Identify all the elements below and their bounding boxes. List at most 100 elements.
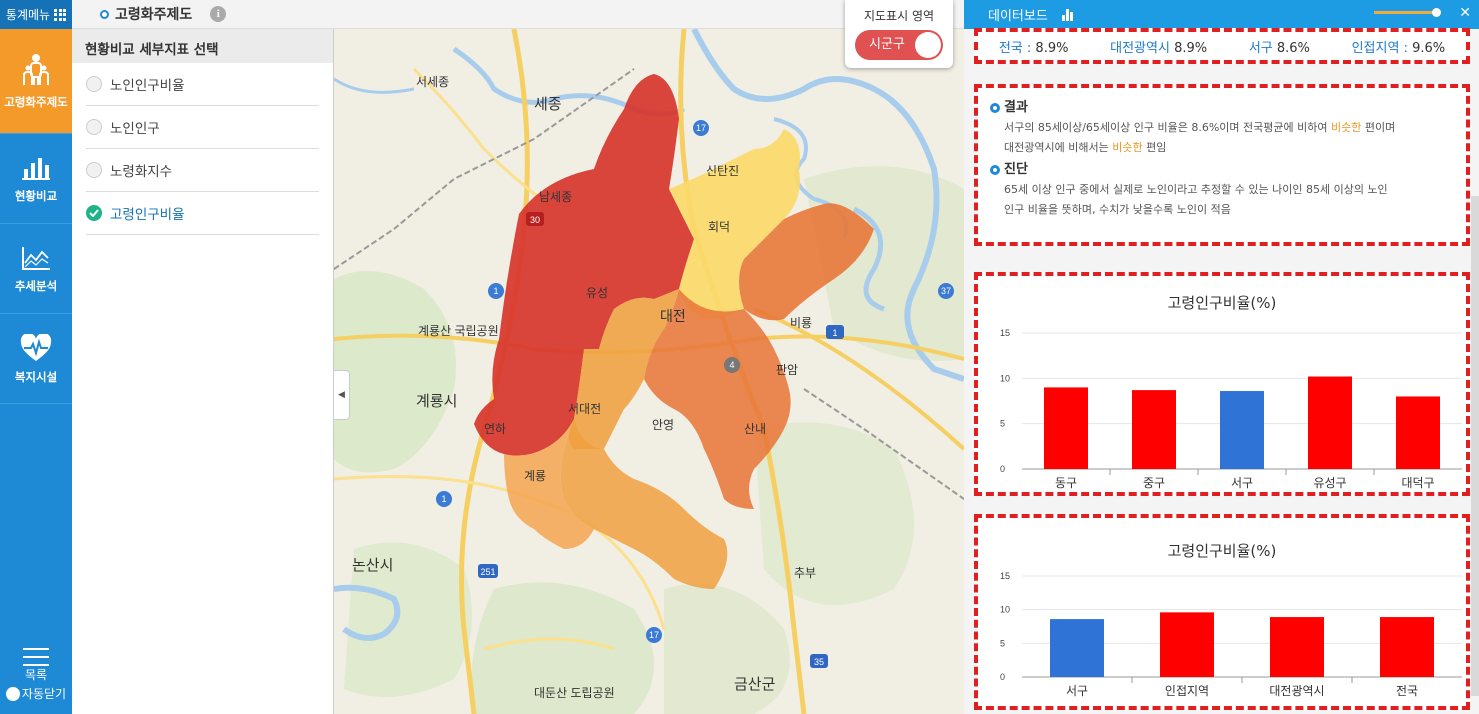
comparison-bar-chart: 고령인구비율(%) 0 5 10 15 서구 인접지역 대전광역시 전국: [974, 514, 1470, 710]
opacity-slider[interactable]: [1374, 8, 1441, 17]
analysis-result: 결과 서구의 85세이상/65세이상 인구 비율은 8.6%이며 전국평균에 비…: [974, 84, 1470, 246]
bar-chart-icon: [1061, 8, 1073, 21]
option-label: 고령인구비율: [110, 207, 185, 223]
bar[interactable]: [1380, 617, 1434, 677]
bar[interactable]: [1220, 391, 1264, 469]
x-tick-label: 대전광역시: [1269, 684, 1324, 698]
bar[interactable]: [1396, 396, 1440, 469]
map-label-geumsan: 금산군: [734, 676, 776, 693]
svg-text:17: 17: [649, 630, 659, 640]
info-icon[interactable]: i: [210, 6, 227, 22]
map-label-anyeong: 안영: [652, 418, 674, 432]
y-tick-label: 15: [1000, 328, 1010, 338]
list-label: 목록: [24, 668, 48, 682]
toggle-title: 지도표시 영역: [863, 9, 935, 23]
map-label-yeonha: 연하: [484, 422, 506, 436]
x-tick-label: 전국: [1396, 684, 1418, 698]
auto-close-label: 자동닫기: [21, 687, 67, 701]
close-icon[interactable]: ✕: [1459, 5, 1471, 21]
left-sidebar: 통계메뉴 고령화주제도 현황비교 추세분석 복지시설 목록 자동닫기: [0, 0, 72, 714]
panel-heading: 현황비교 세부지표 선택: [72, 29, 333, 63]
sidebar-item-aging-map[interactable]: 고령화주제도: [0, 29, 72, 134]
scrollbar[interactable]: [1471, 196, 1479, 696]
map-label-hoedeok: 회덕: [708, 220, 730, 234]
x-tick-label: 유성구: [1313, 476, 1346, 490]
sidebar-item-label: 고령화주제도: [4, 95, 68, 109]
map-label-seosejong: 서세종: [416, 75, 449, 89]
map-label-daedunsan-park: 대둔산 도립공원: [534, 686, 615, 700]
sidebar-item-label: 복지시설: [14, 369, 58, 384]
collapse-panel-button[interactable]: ◀: [334, 370, 350, 420]
sidebar-item-label: 추세분석: [14, 278, 58, 293]
bar[interactable]: [1160, 612, 1214, 677]
dashboard-panel: 데이터보드 ✕ 전국 : 8.9% 대전광역시 8.9% 서구 8.6% 인접지…: [964, 0, 1479, 714]
sidebar-item-trend[interactable]: 추세분석: [0, 224, 72, 314]
map-label-sintanjin: 신탄진: [706, 164, 739, 178]
y-tick-label: 0: [1000, 672, 1005, 682]
diagnosis-text: 65세 이상 인구 중에서 실제로 노인이라고 추정할 수 있는 나이인 85세…: [1004, 183, 1388, 216]
sidebar-item-label: 현황비교: [14, 188, 58, 203]
map-label-biryong: 비룡: [790, 316, 812, 330]
sidebar-item-comparison[interactable]: 현황비교: [0, 134, 72, 224]
stat-seogu: 서구 8.6%: [1248, 40, 1310, 56]
y-tick-label: 0: [1000, 464, 1005, 474]
sidebar-item-welfare[interactable]: 복지시설: [0, 314, 72, 404]
bar[interactable]: [1050, 619, 1104, 677]
map-label-panam: 판암: [776, 363, 798, 377]
district-bar-chart: 고령인구비율(%) 0 5 10 15 동구 중구 서구 유성구 대덕구: [974, 272, 1470, 496]
option-label: 노인인구: [110, 121, 160, 137]
sidebar-bottom: 목록 자동닫기: [0, 644, 72, 714]
auto-close-toggle[interactable]: 자동닫기: [0, 685, 72, 702]
map-label-gyeryongsan-park: 계룡산 국립공원: [418, 324, 499, 338]
map-label-nonsan: 논산시: [352, 557, 393, 574]
svg-text:1: 1: [832, 328, 837, 338]
map-svg[interactable]: 세종 서세종 남세종 유성 대전 신탄진 회덕 비룡 판암 서대전 안영 산내 …: [334, 29, 964, 714]
bar[interactable]: [1044, 387, 1088, 469]
svg-text:17: 17: [696, 123, 706, 133]
result-heading: 결과: [990, 98, 1454, 118]
map-label-yuseong: 유성: [586, 286, 608, 300]
bullet-icon: [990, 165, 1000, 175]
result-text: 서구의 85세이상/65세이상 인구 비율은 8.6%이며 전국평균에 비하여 …: [1004, 121, 1396, 154]
bar[interactable]: [1132, 390, 1176, 469]
summary-stats: 전국 : 8.9% 대전광역시 8.9% 서구 8.6% 인접지역 : 9.6%: [974, 28, 1470, 64]
indicator-option-elderly-population[interactable]: 노인인구: [86, 106, 319, 149]
region-level-switch[interactable]: 시군구: [855, 30, 943, 60]
top-bar: 고령화주제도 i: [72, 0, 964, 29]
option-label: 노인인구비율: [110, 78, 185, 94]
map-label-gyeryong: 계룡: [524, 469, 546, 483]
bar[interactable]: [1270, 617, 1324, 677]
check-icon: [86, 205, 102, 221]
bar[interactable]: [1308, 376, 1352, 469]
map-label-gyeryong-city: 계룡시: [416, 393, 457, 410]
svg-text:37: 37: [941, 286, 951, 296]
page-title: 고령화주제도: [115, 7, 193, 23]
map-label-daejeon: 대전: [660, 308, 686, 324]
map-display-toggle-panel: 지도표시 영역 시군구: [845, 0, 953, 68]
line-chart-icon: [22, 246, 50, 270]
map-canvas[interactable]: 세종 서세종 남세종 유성 대전 신탄진 회덕 비룡 판암 서대전 안영 산내 …: [334, 29, 964, 714]
svg-text:1: 1: [493, 286, 498, 296]
x-tick-label: 동구: [1055, 476, 1077, 490]
map-label-sannae: 산내: [744, 422, 766, 436]
svg-text:251: 251: [480, 567, 495, 577]
x-tick-label: 서구: [1066, 684, 1088, 698]
map-label-sejong: 세종: [534, 96, 562, 113]
list-icon[interactable]: [23, 648, 49, 666]
bar-chart-icon: [22, 157, 50, 180]
y-tick-label: 10: [1000, 373, 1010, 383]
stats-menu-button[interactable]: 통계메뉴: [0, 0, 72, 29]
map-label-namsejong: 남세종: [539, 190, 572, 204]
indicator-option-aging-index[interactable]: 노령화지수: [86, 149, 319, 192]
dashboard-header: 데이터보드: [964, 0, 1479, 29]
people-icon: [23, 54, 49, 85]
slider-handle[interactable]: [1432, 8, 1441, 17]
toggle-dot-icon: [5, 686, 20, 701]
radio-icon: [86, 119, 102, 135]
svg-text:1: 1: [441, 494, 446, 504]
indicator-option-elderly-ratio[interactable]: 노인인구비율: [86, 63, 319, 106]
y-tick-label: 5: [1000, 419, 1005, 429]
x-tick-label: 서구: [1231, 476, 1253, 490]
indicator-option-old-elderly-ratio[interactable]: 고령인구비율: [86, 192, 319, 235]
y-tick-label: 10: [1000, 605, 1010, 615]
